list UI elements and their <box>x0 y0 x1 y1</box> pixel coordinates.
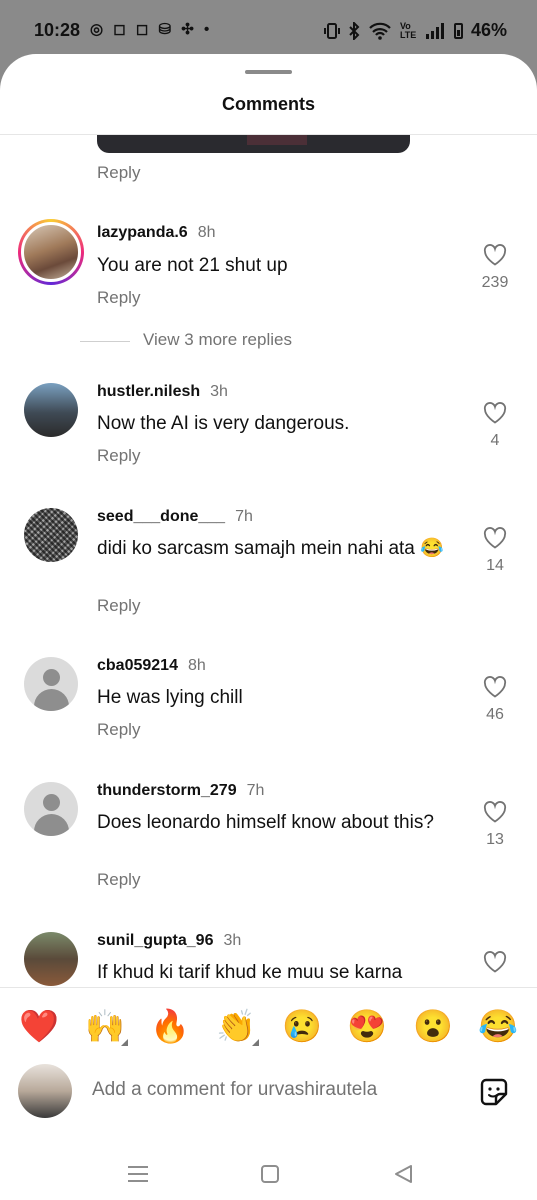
avatar[interactable] <box>24 782 78 836</box>
signal-icon <box>425 22 444 39</box>
comment-time: 8h <box>187 657 206 674</box>
heart-outline-icon <box>483 402 507 424</box>
username-text[interactable]: sunil_gupta_96 <box>97 932 213 949</box>
username-text[interactable]: seed___done___ <box>97 508 225 525</box>
reply-button[interactable]: Reply <box>97 446 140 466</box>
comment-username[interactable]: cba059214 8h <box>97 657 206 675</box>
default-avatar-body <box>34 689 69 711</box>
like-button[interactable]: 4 <box>470 402 520 450</box>
like-count: 13 <box>486 831 504 848</box>
comment-username[interactable]: hustler.nilesh 3h <box>97 383 228 401</box>
view-more-line <box>80 341 130 342</box>
reply-button[interactable]: Reply <box>97 870 140 890</box>
battery-icon <box>453 22 463 39</box>
like-count: 14 <box>486 557 504 574</box>
heart-outline-icon <box>483 676 507 698</box>
emoji-divider <box>0 987 537 988</box>
emoji-heart-eyes[interactable]: 😍 <box>342 1002 392 1050</box>
reply-button[interactable]: Reply <box>97 596 140 616</box>
like-count: 4 <box>490 432 500 449</box>
avatar[interactable] <box>18 219 84 285</box>
username-text[interactable]: hustler.nilesh <box>97 383 200 400</box>
comment-username[interactable]: seed___done___ 7h <box>97 508 253 526</box>
comment-time: 3h <box>210 383 228 400</box>
status-indicators: Vo LTE 46% <box>323 20 507 41</box>
comment-text: If khud ki tarif khud ke muu se karna <box>97 962 403 983</box>
status-bar: 10:28 ◎ ◻ ◻ ⛁ ✣ • Vo LTE 46% <box>0 0 537 60</box>
like-button[interactable] <box>470 951 520 981</box>
reply-media-preview[interactable] <box>97 135 410 153</box>
comment-username[interactable]: sunil_gupta_96 3h <box>97 932 241 950</box>
reply-button[interactable]: Reply <box>97 288 140 308</box>
default-avatar-head <box>43 669 60 686</box>
comment-text: didi ko sarcasm samajh mein nahi ata 😂 <box>97 538 444 559</box>
skin-tone-indicator <box>252 1039 259 1046</box>
comment-text: You are not 21 shut up <box>97 255 288 276</box>
username-text[interactable]: thunderstorm_279 <box>97 782 237 799</box>
comment-username[interactable]: lazypanda.6 8h <box>97 224 216 242</box>
avatar[interactable] <box>24 932 78 986</box>
emoji-clap[interactable]: 👏 <box>211 1002 261 1050</box>
like-button[interactable]: 13 <box>470 801 520 849</box>
comment-text: He was lying chill <box>97 687 243 708</box>
square-icon[interactable] <box>250 1159 290 1189</box>
comments-sheet: Comments Reply lazypanda.6 8h You are not… <box>0 54 537 1200</box>
like-button[interactable]: 14 <box>470 527 520 575</box>
like-button[interactable]: 46 <box>470 676 520 724</box>
emoji-surprised[interactable]: 😮 <box>408 1002 458 1050</box>
bluetooth-icon <box>349 21 360 40</box>
emoji-raised-hands-glyph: 🙌 <box>85 1008 125 1044</box>
reply-button[interactable]: Reply <box>97 163 140 183</box>
comment-username[interactable]: thunderstorm_279 7h <box>97 782 264 800</box>
emoji-crying[interactable]: 😢 <box>277 1002 327 1050</box>
sticker-icon[interactable] <box>476 1074 512 1110</box>
emoji-heart[interactable]: ❤️ <box>14 1002 64 1050</box>
comment-time: 8h <box>197 224 216 241</box>
heart-outline-icon <box>483 244 507 266</box>
username-text[interactable]: lazypanda.6 <box>97 224 188 241</box>
comment-composer <box>0 1062 537 1122</box>
reply-button[interactable]: Reply <box>97 720 140 740</box>
comment-time: 7h <box>246 782 265 799</box>
battery-percent: 46% <box>470 20 507 40</box>
volte-label: Vo LTE <box>399 20 417 40</box>
vibrate-icon <box>323 22 340 39</box>
status-time: 10:28 <box>34 20 81 40</box>
avatar[interactable] <box>24 383 78 437</box>
emoji-laughing[interactable]: 😂 <box>473 1002 523 1050</box>
my-avatar <box>18 1064 72 1118</box>
comment-text: Does leonardo himself know about this? <box>97 812 434 833</box>
notification-icons: ◎ ◻ ◻ ⛁ ✣ • <box>90 21 213 38</box>
emoji-raised-hands[interactable]: 🙌 <box>80 1002 130 1050</box>
like-count: 239 <box>481 274 509 291</box>
triangle-back-icon[interactable] <box>383 1159 423 1189</box>
skin-tone-indicator <box>121 1039 128 1046</box>
emoji-fire[interactable]: 🔥 <box>145 1002 195 1050</box>
heart-outline-icon <box>483 801 507 823</box>
default-avatar-head <box>43 794 60 811</box>
comment-time: 7h <box>235 508 253 525</box>
emoji-clap-glyph: 👏 <box>216 1008 256 1044</box>
comment-text: Now the AI is very dangerous. <box>97 413 350 434</box>
view-more-label[interactable]: View 3 more replies <box>143 330 292 350</box>
menu-lines-icon[interactable] <box>118 1159 158 1189</box>
like-count: 46 <box>486 706 504 723</box>
sheet-title: Comments <box>221 94 315 114</box>
comment-time: 3h <box>223 932 242 949</box>
avatar[interactable] <box>24 508 78 562</box>
default-avatar-body <box>34 814 69 836</box>
like-button[interactable]: 239 <box>470 244 520 292</box>
comment-input[interactable] <box>92 1074 452 1106</box>
system-nav-bar <box>0 1149 537 1200</box>
username-text[interactable]: cba059214 <box>97 657 178 674</box>
heart-outline-icon <box>483 527 507 549</box>
wifi-icon <box>369 22 391 40</box>
drag-handle[interactable] <box>245 70 292 74</box>
comments-list[interactable]: Reply lazypanda.6 8h You are not 21 shut … <box>0 135 537 987</box>
avatar-image <box>21 222 81 282</box>
heart-outline-icon <box>483 951 507 973</box>
avatar[interactable] <box>24 657 78 711</box>
emoji-quick-bar: ❤️ 🙌 🔥 👏 😢 😍 😮 😂 <box>0 1002 537 1050</box>
